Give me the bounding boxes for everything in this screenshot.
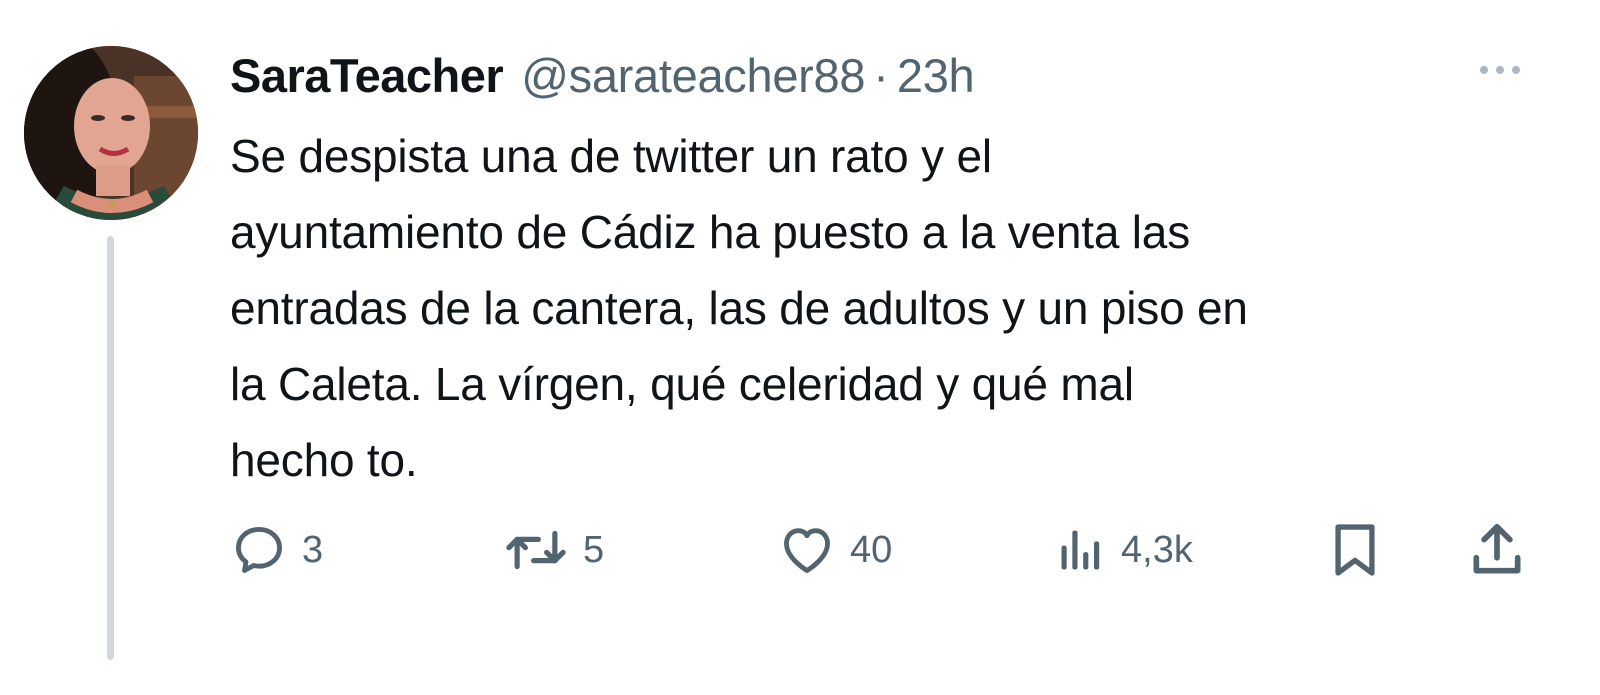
tweet[interactable]: SaraTeacher @sarateacher88 · 23h Se desp…	[0, 0, 1600, 695]
more-dot	[1512, 66, 1520, 74]
views-count: 4,3k	[1121, 528, 1193, 571]
bookmark-icon	[1335, 524, 1375, 576]
retweet-button[interactable]: 5	[503, 515, 604, 585]
avatar[interactable]	[24, 46, 198, 220]
tweet-text-line: ayuntamiento de Cádiz ha puesto a la ven…	[230, 206, 1190, 258]
bookmark-button[interactable]	[1326, 515, 1384, 585]
reply-button[interactable]: 3	[230, 515, 323, 585]
tweet-text-line: la Caleta. La vírgen, qué celeridad y qu…	[230, 358, 1134, 410]
display-name[interactable]: SaraTeacher	[230, 48, 504, 103]
handle[interactable]: @sarateacher88	[521, 48, 865, 103]
separator-dot: ·	[873, 48, 889, 102]
more-dot	[1480, 66, 1488, 74]
tweet-text: Se despista una de twitter un rato y el …	[230, 118, 1580, 498]
views-button[interactable]: 4,3k	[1055, 515, 1193, 585]
reply-icon	[236, 527, 282, 573]
avatar-photo	[24, 46, 198, 220]
tweet-text-line: entradas de la cantera, las de adultos y…	[230, 282, 1248, 334]
retweet-count: 5	[583, 528, 605, 571]
heart-icon	[784, 528, 830, 573]
tweet-text-line: Se despista una de twitter un rato y el	[230, 130, 992, 182]
share-icon	[1473, 523, 1521, 574]
tweet-text-line: hecho to.	[230, 434, 418, 486]
more-icon[interactable]	[1470, 55, 1530, 85]
more-dot	[1496, 66, 1504, 74]
reply-count: 3	[302, 528, 324, 571]
like-count: 40	[850, 528, 893, 571]
tweet-header: SaraTeacher @sarateacher88 · 23h	[230, 40, 975, 110]
thread-line	[107, 236, 114, 660]
retweet-icon	[506, 530, 566, 570]
action-bar: 3 5 40 4,3k	[0, 515, 1600, 585]
share-button[interactable]	[1466, 515, 1528, 585]
views-icon	[1061, 530, 1100, 570]
timestamp[interactable]: 23h	[897, 48, 975, 103]
like-button[interactable]: 40	[778, 515, 892, 585]
